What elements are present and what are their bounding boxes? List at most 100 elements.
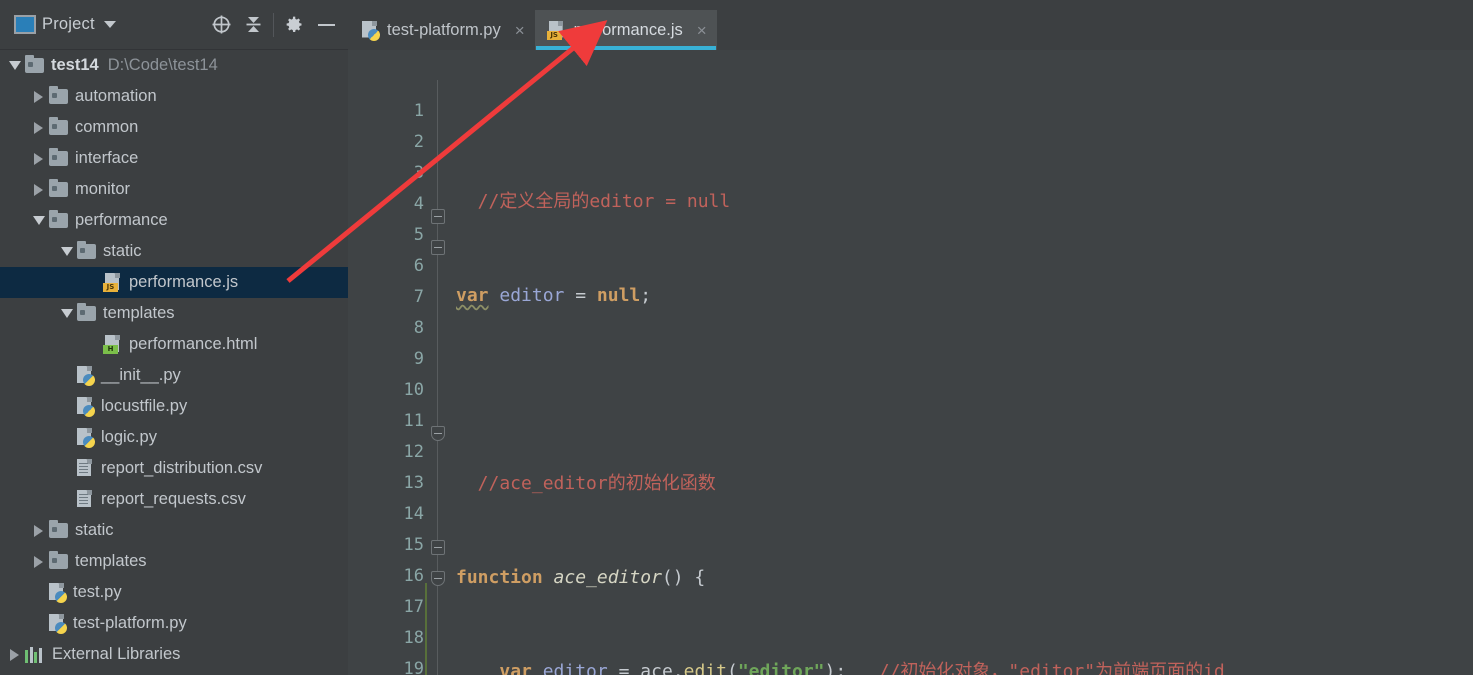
twisty-down-icon[interactable] (58, 243, 75, 260)
tree-item-external-libraries[interactable]: External Libraries (0, 639, 348, 670)
line-number: 7 (413, 287, 424, 307)
code-editor[interactable]: 1 2 3 4 5 6 7 8 9 10 11 12 13 14 15 16 1… (348, 50, 1473, 675)
editor-gutter[interactable]: 1 2 3 4 5 6 7 8 9 10 11 12 13 14 15 16 1… (348, 50, 436, 675)
code-operator: = (575, 285, 597, 306)
code-identifier: ace (640, 661, 673, 675)
tree-item-label: __init__.py (101, 366, 181, 384)
code-line: var editor = ace.edit("editor"); //初始化对象… (456, 656, 1473, 675)
fold-marker-data-object[interactable] (431, 571, 445, 586)
folder-icon (49, 210, 68, 228)
tree-item-logic-py[interactable]: logic.py (0, 422, 348, 453)
python-file-icon (360, 20, 380, 41)
tree-item-performance-html[interactable]: H performance.html (0, 329, 348, 360)
top-row: Project test-platform.py × JS performanc… (0, 0, 1473, 50)
line-number: 16 (403, 566, 424, 586)
fold-marker-block-end[interactable] (431, 426, 445, 441)
tree-item-locustfile-py[interactable]: locustfile.py (0, 391, 348, 422)
tree-item-label: performance.html (129, 335, 258, 353)
tree-item-test14[interactable]: test14 D:\Code\test14 (0, 50, 348, 81)
tree-item-label: test.py (73, 583, 122, 601)
tree-item-interface[interactable]: interface (0, 143, 348, 174)
tree-item-label: test-platform.py (73, 614, 187, 632)
twisty-down-icon[interactable] (58, 305, 75, 322)
gear-icon[interactable] (281, 12, 307, 38)
project-panel-header: Project (0, 0, 348, 50)
locate-target-glyph (212, 15, 230, 34)
twisty-down-icon[interactable] (6, 57, 23, 74)
twisty-right-icon[interactable] (30, 522, 47, 539)
tree-item-static-inner[interactable]: static (0, 236, 348, 267)
code-punct: ); (824, 661, 847, 675)
fold-marker-function-start[interactable] (431, 540, 445, 555)
gear-glyph (286, 16, 301, 33)
code-punct: ( (726, 661, 738, 675)
tree-item-common[interactable]: common (0, 112, 348, 143)
tree-item-label: automation (75, 87, 157, 105)
tree-item-test-platform-py[interactable]: test-platform.py (0, 608, 348, 639)
twisty-right-icon[interactable] (30, 150, 47, 167)
tree-item-label: interface (75, 149, 139, 167)
code-keyword: null (596, 285, 641, 306)
tree-item-label: monitor (75, 180, 131, 198)
folder-icon (77, 241, 96, 259)
chevron-down-icon[interactable] (103, 21, 116, 28)
line-number: 12 (403, 442, 424, 462)
line-number: 17 (403, 597, 424, 617)
line-number: 18 (403, 628, 424, 648)
tree-item-templates-root[interactable]: templates (0, 546, 348, 577)
line-number: 19 (403, 659, 424, 675)
ide-window: Project test-platform.py × JS performanc… (0, 0, 1473, 675)
tab-performance-js[interactable]: JS performance.js × (534, 10, 717, 50)
locate-target-icon[interactable] (208, 12, 234, 38)
twisty-down-icon[interactable] (30, 212, 47, 229)
project-panel-title: Project (42, 15, 95, 33)
csv-file-icon (75, 490, 94, 509)
tab-close-icon[interactable]: × (515, 22, 525, 39)
python-file-icon (75, 366, 95, 386)
project-tree[interactable]: test14 D:\Code\test14 automation common … (0, 50, 348, 675)
python-file-icon (47, 583, 67, 603)
code-operator: = (618, 661, 641, 675)
line-number: 9 (413, 349, 424, 369)
code-comment: //ace_editor的初始化函数 (456, 473, 716, 494)
code-line: var editor = null; (456, 280, 1473, 311)
fold-marker-function-ace-editor[interactable] (431, 209, 445, 224)
hide-panel-icon[interactable] (313, 12, 339, 38)
twisty-right-icon[interactable] (30, 119, 47, 136)
code-punct: . (672, 661, 684, 675)
tree-item-report-distribution-csv[interactable]: report_distribution.csv (0, 453, 348, 484)
javascript-file-icon: JS (103, 273, 122, 292)
folder-icon (49, 179, 68, 197)
tab-test-platform-py[interactable]: test-platform.py × (348, 10, 535, 50)
twisty-right-icon[interactable] (6, 646, 23, 663)
tree-item-static-root[interactable]: static (0, 515, 348, 546)
line-number: 2 (413, 132, 424, 152)
tree-item-performance-js[interactable]: JS performance.js (0, 267, 348, 298)
twisty-right-icon[interactable] (30, 553, 47, 570)
tree-item-init-py[interactable]: __init__.py (0, 360, 348, 391)
code-identifier: editor (531, 661, 619, 675)
tree-item-performance[interactable]: performance (0, 205, 348, 236)
tree-item-report-requests-csv[interactable]: report_requests.csv (0, 484, 348, 515)
html-file-icon: H (103, 335, 122, 354)
fold-marker-block[interactable] (431, 240, 445, 255)
twisty-right-icon[interactable] (30, 181, 47, 198)
collapse-all-icon[interactable] (240, 12, 266, 38)
tree-item-monitor[interactable]: monitor (0, 174, 348, 205)
tree-item-test-py[interactable]: test.py (0, 577, 348, 608)
line-number: 5 (413, 225, 424, 245)
twisty-right-icon[interactable] (30, 88, 47, 105)
tab-close-icon[interactable]: × (697, 22, 707, 39)
tree-item-label: locustfile.py (101, 397, 188, 415)
tree-item-label: common (75, 118, 139, 136)
folder-icon (49, 117, 68, 135)
tree-item-templates-inner[interactable]: templates (0, 298, 348, 329)
line-number: 15 (403, 535, 424, 555)
code-content[interactable]: //定义全局的editor = null var editor = null; … (456, 50, 1473, 675)
folder-icon (77, 303, 96, 321)
line-number: 3 (413, 163, 424, 183)
tree-item-label: report_distribution.csv (101, 459, 263, 477)
tree-item-automation[interactable]: automation (0, 81, 348, 112)
